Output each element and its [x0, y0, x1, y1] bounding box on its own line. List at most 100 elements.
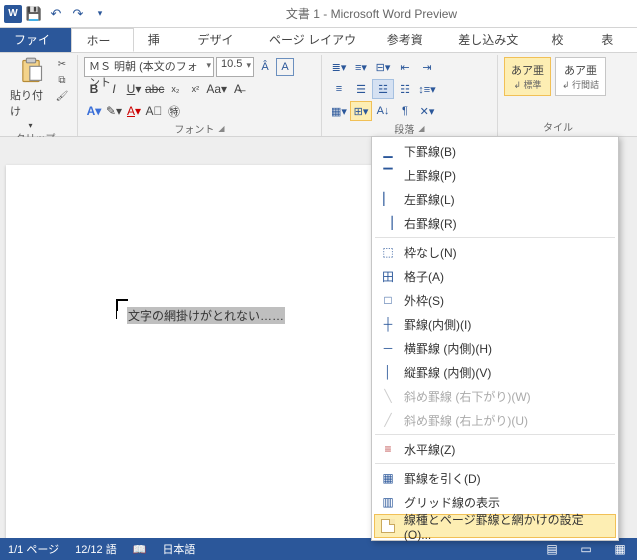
menu-bottom-border[interactable]: ▁下罫線(B) [374, 139, 616, 163]
group-paragraph: ≣▾ ≡▾ ⊟▾ ⇤ ⇥ ≡ ☰ ☳ ☷ ↕≡▾ ▦▾ ⊞▾ A↓ ¶ ✕▾ 段… [322, 55, 498, 136]
sort-button[interactable]: A↓ [372, 101, 394, 121]
menu-outside-border[interactable]: □外枠(S) [374, 288, 616, 312]
menu-draw-border[interactable]: ▦罫線を引く(D) [374, 466, 616, 490]
page-border-settings-icon [380, 518, 396, 534]
launcher-icon[interactable]: ◢ [218, 124, 224, 133]
format-painter-icon[interactable]: 🖌 [53, 89, 71, 103]
undo-icon[interactable]: ↶ [46, 4, 66, 24]
tab-design[interactable]: デザイン [184, 28, 255, 52]
cut-icon[interactable]: ✂ [53, 57, 71, 71]
gridlines-icon: ▥ [380, 494, 396, 510]
font-name-combo[interactable]: ＭＳ 明朝 (本文のフォント [84, 57, 214, 77]
menu-inside-h-border[interactable]: ─横罫線 (内側)(H) [374, 336, 616, 360]
word-app-icon: W [4, 5, 22, 23]
char-border-button[interactable]: A⃞ [144, 101, 164, 121]
font-group-label: フォント [174, 121, 214, 136]
borders-dropdown-menu: ▁下罫線(B) ▔上罫線(P) ▏左罫線(L) ▕右罫線(R) ⬚枠なし(N) … [371, 136, 619, 541]
web-layout-view-icon[interactable]: ▦ [611, 542, 629, 556]
copy-icon[interactable]: ⧉ [53, 73, 71, 87]
decrease-indent-button[interactable]: ⇤ [394, 57, 416, 77]
ribbon: 貼り付け ▾ ✂ ⧉ 🖌 クリップボ…◢ ＭＳ 明朝 (本文のフォント 10.5… [0, 53, 637, 137]
borders-button[interactable]: ⊞▾ [350, 101, 372, 121]
underline-button[interactable]: U▾ [124, 79, 144, 99]
selected-text[interactable]: 文字の網掛けがとれない…… [127, 307, 285, 324]
grid-border-icon: 田 [380, 268, 396, 284]
no-border-icon: ⬚ [380, 244, 396, 260]
menu-diag-up-border: ╱斜め罫線 (右上がり)(U) [374, 408, 616, 432]
shading-button[interactable]: ▦▾ [328, 101, 350, 121]
asian-layout-button[interactable]: ✕▾ [416, 101, 438, 121]
enclose-char-button[interactable]: ㊕ [164, 101, 184, 121]
menu-all-borders[interactable]: 田格子(A) [374, 264, 616, 288]
subscript-button[interactable]: x₂ [165, 79, 185, 99]
menu-inside-v-border[interactable]: │縦罫線 (内側)(V) [374, 360, 616, 384]
multilevel-button[interactable]: ⊟▾ [372, 57, 394, 77]
font-color-button[interactable]: A▾ [124, 101, 144, 121]
tab-page-layout[interactable]: ページ レイアウト [255, 28, 373, 52]
menu-left-border[interactable]: ▏左罫線(L) [374, 187, 616, 211]
strike-button[interactable]: abc [144, 79, 165, 99]
font-size-combo[interactable]: 10.5 [216, 57, 254, 77]
inside-v-border-icon: │ [380, 364, 396, 380]
quick-access-toolbar: W 💾 ↶ ↷ ▾ [4, 4, 110, 24]
outside-border-icon: □ [380, 292, 396, 308]
menu-borders-and-shading[interactable]: 線種とページ罫線と網かけの設定(O)... [374, 514, 616, 538]
tab-review[interactable]: 校閲 [537, 28, 587, 52]
menu-top-border[interactable]: ▔上罫線(P) [374, 163, 616, 187]
redo-icon[interactable]: ↷ [68, 4, 88, 24]
proofing-icon[interactable]: 📖 [133, 543, 147, 556]
style-normal[interactable]: あア亜 ↲ 標準 [504, 57, 551, 96]
diag-down-icon: ╲ [380, 388, 396, 404]
menu-horizontal-line[interactable]: ≡水平線(Z) [374, 437, 616, 461]
styles-group-label: タイル [543, 119, 573, 134]
menu-inside-border[interactable]: ┼罫線(内側)(I) [374, 312, 616, 336]
menu-separator [375, 463, 615, 464]
menu-no-border[interactable]: ⬚枠なし(N) [374, 240, 616, 264]
group-clipboard: 貼り付け ▾ ✂ ⧉ 🖌 クリップボ…◢ [4, 55, 78, 136]
para-group-label: 段落 [394, 121, 414, 136]
qat-customize-icon[interactable]: ▾ [90, 4, 110, 24]
inside-h-border-icon: ─ [380, 340, 396, 356]
hr-icon: ≡ [380, 441, 396, 457]
style-no-spacing[interactable]: あア亜 ↲ 行間詰 [555, 57, 606, 96]
align-left-button[interactable]: ≡ [328, 79, 350, 99]
tab-insert[interactable]: 挿入 [134, 28, 184, 52]
tab-view[interactable]: 表示 [587, 28, 637, 52]
clipboard-icon [17, 57, 45, 85]
menu-right-border[interactable]: ▕右罫線(R) [374, 211, 616, 235]
status-page[interactable]: 1/1 ページ [8, 541, 59, 557]
bottom-border-icon: ▁ [380, 143, 396, 159]
numbering-button[interactable]: ≡▾ [350, 57, 372, 77]
diag-up-icon: ╱ [380, 412, 396, 428]
read-mode-view-icon[interactable]: ▭ [577, 542, 595, 556]
bullets-button[interactable]: ≣▾ [328, 57, 350, 77]
increase-indent-button[interactable]: ⇥ [416, 57, 438, 77]
line-spacing-button[interactable]: ↕≡▾ [416, 79, 438, 99]
page[interactable] [6, 165, 406, 545]
text-effects-button[interactable]: A▾ [84, 101, 104, 121]
menu-separator [375, 434, 615, 435]
align-justify-button[interactable]: ☳ [372, 79, 394, 99]
change-case-button[interactable]: Aa▾ [205, 79, 228, 99]
align-center-button[interactable]: ☰ [350, 79, 372, 99]
status-language[interactable]: 日本語 [162, 541, 195, 557]
show-marks-button[interactable]: ¶ [394, 101, 416, 121]
launcher-icon[interactable]: ◢ [418, 124, 424, 133]
tab-home[interactable]: ホーム [71, 28, 133, 52]
tab-mailings[interactable]: 差し込み文書 [444, 28, 537, 52]
status-word-count[interactable]: 12/12 語 [75, 541, 117, 557]
chevron-down-icon: ▾ [28, 121, 32, 130]
superscript-button[interactable]: x² [185, 79, 205, 99]
style-preview: あア亜 [562, 62, 599, 78]
align-distribute-button[interactable]: ☷ [394, 79, 416, 99]
tab-file[interactable]: ファイル [0, 28, 71, 52]
phonetic-guide-icon[interactable]: A [276, 58, 294, 76]
save-icon[interactable]: 💾 [24, 4, 44, 24]
tab-references[interactable]: 参考資料 [373, 28, 444, 52]
clear-formatting-icon[interactable]: A̶ [228, 79, 248, 99]
highlight-button[interactable]: ✎▾ [104, 101, 124, 121]
style-name: ↲ 標準 [511, 78, 544, 91]
grow-font-icon[interactable]: Â [256, 58, 274, 76]
paste-button[interactable]: 貼り付け ▾ [10, 57, 51, 130]
print-layout-view-icon[interactable]: ▤ [543, 542, 561, 556]
